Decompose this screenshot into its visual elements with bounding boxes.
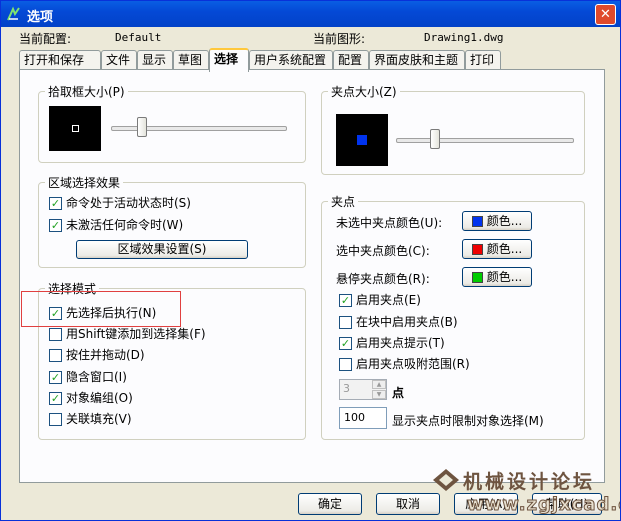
tab-profiles[interactable]: 配置 bbox=[333, 50, 369, 70]
current-profile-value: Default bbox=[115, 31, 162, 44]
checkbox-associative-hatch-label: 关联填充(V) bbox=[66, 412, 132, 426]
snap-unit-label: 点 bbox=[392, 386, 405, 400]
selected-grip-color-button[interactable]: 颜色... bbox=[462, 239, 532, 259]
grip-slider-thumb[interactable] bbox=[430, 129, 440, 149]
ok-button[interactable]: 确定 bbox=[298, 493, 362, 515]
area-selection-title: 区域选择效果 bbox=[45, 174, 124, 191]
window-title: 选项 bbox=[27, 10, 54, 25]
selected-color-button-label: 颜色... bbox=[486, 242, 523, 256]
spin-down-icon[interactable]: ▼ bbox=[372, 390, 386, 399]
title-bar[interactable]: 选项 ✕ bbox=[1, 1, 620, 27]
tab-selection[interactable]: 选择 bbox=[209, 48, 249, 72]
unselected-grip-color-button[interactable]: 颜色... bbox=[462, 211, 532, 231]
checkbox-object-grouping-box[interactable]: ✓ bbox=[49, 392, 62, 405]
checkbox-enable-grips-label: 启用夹点(E) bbox=[356, 293, 421, 307]
highlight-box bbox=[21, 291, 181, 327]
grip-marker bbox=[357, 135, 367, 145]
checkbox-enable-grips-box[interactable]: ✓ bbox=[339, 294, 352, 307]
watermark-url: www.zgjxcad.com bbox=[466, 494, 620, 516]
checkbox-no-command-box[interactable]: ✓ bbox=[49, 219, 62, 232]
checkbox-active-command-label: 命令处于活动状态时(S) bbox=[66, 196, 191, 210]
pickbox-slider-thumb[interactable] bbox=[137, 117, 147, 137]
hover-color-swatch bbox=[471, 272, 483, 283]
checkbox-active-command-box[interactable]: ✓ bbox=[49, 197, 62, 210]
checkbox-associative-hatch-box[interactable] bbox=[49, 413, 62, 426]
pickbox-marker bbox=[72, 125, 79, 132]
hover-grip-color-label: 悬停夹点颜色(R): bbox=[336, 272, 430, 286]
grip-snap-spinbox[interactable]: 3 ▲ ▼ bbox=[339, 379, 387, 400]
grip-size-group: 夹点大小(Z) bbox=[321, 83, 585, 175]
selected-grip-color-label: 选中夹点颜色(C): bbox=[336, 244, 430, 258]
tab-open-save[interactable]: 打开和保存 bbox=[19, 50, 101, 70]
spin-up-icon[interactable]: ▲ bbox=[372, 380, 386, 389]
options-dialog: 选项 ✕ 当前配置: Default 当前图形: Drawing1.dwg 打开… bbox=[0, 0, 621, 521]
watermark-logo-icon bbox=[433, 469, 459, 491]
checkbox-press-drag-label: 按住并拖动(D) bbox=[66, 348, 145, 362]
checkbox-no-command-label: 未激活任何命令时(W) bbox=[66, 218, 184, 232]
current-profile-label: 当前配置: bbox=[19, 32, 72, 46]
grips-title: 夹点 bbox=[328, 193, 359, 210]
grip-size-preview bbox=[336, 114, 388, 166]
checkbox-shift-add-label: 用Shift键添加到选择集(F) bbox=[66, 327, 206, 341]
grips-group: 夹点 未选中夹点颜色(U): 颜色... 选中夹点颜色(C): 颜色... 悬停… bbox=[321, 193, 585, 440]
hover-color-button-label: 颜色... bbox=[486, 270, 523, 284]
checkbox-grips-in-blocks-label: 在块中启用夹点(B) bbox=[356, 315, 458, 329]
checkbox-press-drag-box[interactable] bbox=[49, 349, 62, 362]
grip-limit-label: 显示夹点时限制对象选择(M) bbox=[392, 414, 544, 428]
checkbox-grip-tips-box[interactable]: ✓ bbox=[339, 337, 352, 350]
checkbox-grip-tips-label: 启用夹点提示(T) bbox=[356, 336, 445, 350]
area-selection-group: 区域选择效果 ✓ 命令处于活动状态时(S) ✓ 未激活任何命令时(W) 区域效果… bbox=[38, 174, 306, 268]
current-drawing-value: Drawing1.dwg bbox=[424, 31, 504, 44]
pickbox-title: 拾取框大小(P) bbox=[45, 83, 128, 100]
tab-drafting[interactable]: 草图 bbox=[173, 50, 209, 70]
checkbox-shift-add-box[interactable] bbox=[49, 328, 62, 341]
grip-snap-value: 3 bbox=[343, 382, 350, 395]
checkbox-grip-snap-range-box[interactable] bbox=[339, 358, 352, 371]
grip-limit-input[interactable]: 100 bbox=[339, 407, 387, 429]
tab-display[interactable]: 显示 bbox=[137, 50, 173, 70]
unselected-color-swatch bbox=[471, 216, 483, 227]
checkbox-implied-window-box[interactable]: ✓ bbox=[49, 371, 62, 384]
pickbox-preview bbox=[49, 106, 101, 151]
pickbox-group: 拾取框大小(P) bbox=[38, 83, 306, 163]
unselected-grip-color-label: 未选中夹点颜色(U): bbox=[336, 216, 443, 230]
watermark-text: 机械设计论坛 bbox=[463, 471, 596, 493]
tab-plot[interactable]: 打印 bbox=[465, 50, 501, 70]
app-icon bbox=[7, 6, 20, 21]
tab-skin-theme[interactable]: 界面皮肤和主题 bbox=[369, 50, 465, 70]
hover-grip-color-button[interactable]: 颜色... bbox=[462, 267, 532, 287]
area-effect-settings-button[interactable]: 区域效果设置(S) bbox=[76, 240, 248, 259]
grip-slider-track bbox=[396, 138, 574, 143]
checkbox-object-grouping-label: 对象编组(O) bbox=[66, 391, 133, 405]
selected-color-swatch bbox=[471, 244, 483, 255]
tab-user-preferences[interactable]: 用户系统配置 bbox=[249, 50, 333, 70]
checkbox-grips-in-blocks-box[interactable] bbox=[339, 316, 352, 329]
unselected-color-button-label: 颜色... bbox=[486, 214, 523, 228]
current-drawing-label: 当前图形: bbox=[313, 32, 366, 46]
tab-files[interactable]: 文件 bbox=[101, 50, 137, 70]
watermark: 机械设计论坛 www.zgjxcad.com bbox=[427, 463, 620, 518]
tab-panel-selection: 拾取框大小(P) 区域选择效果 ✓ 命令处于活动状态时(S) ✓ 未激活任何命令… bbox=[19, 69, 605, 483]
grip-size-title: 夹点大小(Z) bbox=[328, 83, 400, 100]
checkbox-grip-snap-range-label: 启用夹点吸附范围(R) bbox=[356, 357, 470, 371]
checkbox-implied-window-label: 隐含窗口(I) bbox=[66, 370, 127, 384]
close-button[interactable]: ✕ bbox=[595, 4, 616, 25]
